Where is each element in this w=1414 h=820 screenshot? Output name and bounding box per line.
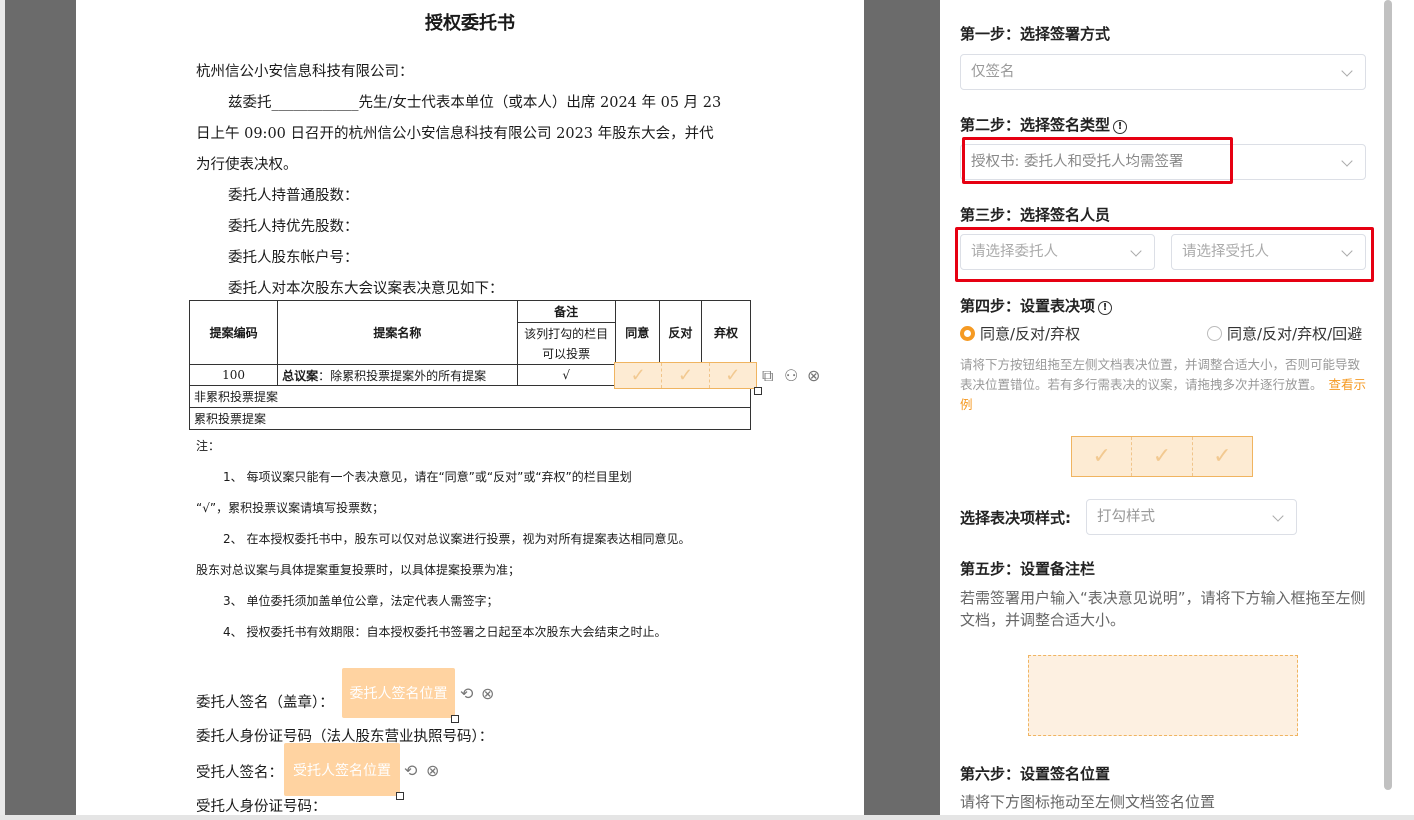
doc-account: 委托人股东帐户号： xyxy=(228,250,359,266)
doc-note4: 4、 授权委托书有效期限：自本授权委托书签署之日起至本次股东大会结束之时止。 xyxy=(223,625,667,639)
doc-common-shares: 委托人持普通股数： xyxy=(228,188,359,204)
resize-handle[interactable] xyxy=(396,792,404,800)
doc-note2-a: 2、 在本授权委托书中，股东可以仅对总议案进行投票，视为对所有提案表达相同意见。 xyxy=(223,532,691,546)
vote-style-select[interactable]: 打勾样式 xyxy=(1086,499,1297,535)
cell-name-rest: ：除累积投票提案外的所有提案 xyxy=(318,368,487,383)
cell-code: 100 xyxy=(188,364,279,386)
step5-desc: 若需签署用户输入“表决意见说明”，请将下方输入框拖至左侧文档，并调整合适大小。 xyxy=(960,589,1366,629)
doc-addressee: 杭州信公小安信息科技有限公司： xyxy=(196,64,414,80)
doc-para1-line1: 兹委托____________先生/女士代表本单位（或本人）出席 2024 年 … xyxy=(228,95,722,111)
sign-method-value: 仅签名 xyxy=(971,64,1015,80)
step5-title: 第五步：设置备注栏 xyxy=(960,560,1096,578)
cell-name-bold: 总议案 xyxy=(282,368,319,383)
chevron-down-icon xyxy=(1341,155,1353,167)
radio-unchecked-icon xyxy=(1207,326,1222,341)
doc-agent-id: 受托人身份证号码： xyxy=(196,799,327,815)
close-circle-icon[interactable]: ⊗ xyxy=(481,684,494,703)
close-circle-icon[interactable]: ⊗ xyxy=(807,366,820,385)
th-remark: 备注 xyxy=(516,300,616,323)
remark-input-template[interactable] xyxy=(1028,655,1298,736)
doc-note2-b: 股东对总议案与具体提案重复投票时，以具体提案投票为准； xyxy=(196,563,521,577)
step6-desc: 请将下方图标拖动至左侧文档签名位置 xyxy=(960,793,1216,811)
th-remark-sub: 该列打勾的栏目可以投票 xyxy=(516,322,616,365)
step3-title: 第三步：选择签名人员 xyxy=(960,206,1111,224)
doc-principal-sign: 委托人签名（盖章）： xyxy=(196,695,334,711)
doc-agent-sign: 受托人签名： xyxy=(196,765,283,781)
placed-vote-widget[interactable]: ✓ ✓ ✓ xyxy=(614,362,757,389)
bottom-scroll-track xyxy=(0,815,1414,820)
step4-hint: 请将下方按钮组拖至左侧文档表决位置，并调整合适大小，否则可能导致表决位置错位。若… xyxy=(960,355,1370,415)
agent-signature-box[interactable]: 受托人签名位置 xyxy=(284,743,400,796)
radio-vote-3-label: 同意/反对/弃权 xyxy=(980,325,1081,343)
step4-title: 第四步：设置表决项! xyxy=(960,295,1113,316)
radio-vote-4-label: 同意/反对/弃权/回避 xyxy=(1227,325,1363,343)
vote-abstain-mark[interactable]: ✓ xyxy=(710,363,756,388)
vote-widget-template[interactable]: ✓ ✓ ✓ xyxy=(1071,436,1253,477)
doc-para1-line2: 日上午 09:00 日召开的杭州信公小安信息科技有限公司 2023 年股东大会，… xyxy=(196,126,714,142)
highlight-annotation xyxy=(955,227,1374,282)
template-agree-mark: ✓ xyxy=(1072,437,1133,476)
sign-method-select[interactable]: 仅签名 xyxy=(960,54,1366,90)
cell-name: 总议案：除累积投票提案外的所有提案 xyxy=(277,364,518,386)
resize-handle[interactable] xyxy=(451,715,459,723)
radio-vote-4[interactable]: 同意/反对/弃权/回避 xyxy=(1207,323,1362,344)
doc-preferred-shares: 委托人持优先股数： xyxy=(228,219,359,235)
table-row: 累积投票提案 xyxy=(189,407,751,430)
radio-checked-icon xyxy=(960,326,975,341)
doc-opinion-intro: 委托人对本次股东大会议案表决意见如下： xyxy=(228,281,504,297)
rotate-icon[interactable]: ⟲ xyxy=(460,684,473,703)
doc-para1-line3: 为行使表决权。 xyxy=(196,157,298,173)
step2-title-text: 第二步：选择签名类型 xyxy=(960,116,1111,134)
step6-title: 第六步：设置签名位置 xyxy=(960,765,1111,783)
vote-agree-mark[interactable]: ✓ xyxy=(615,363,663,388)
doc-note3: 3、 单位委托须加盖单位公章，法定代表人需签字； xyxy=(223,594,499,608)
principal-signature-box[interactable]: 委托人签名位置 xyxy=(342,668,455,718)
info-icon[interactable]: ! xyxy=(1098,301,1113,315)
panel-scrollbar[interactable] xyxy=(1384,0,1392,790)
viewer-edge xyxy=(0,0,5,820)
document-page[interactable]: 授权委托书 杭州信公小安信息科技有限公司： 兹委托____________先生/… xyxy=(76,0,864,820)
cell-cumulative: 累积投票提案 xyxy=(189,407,751,430)
step4-hint-text: 请将下方按钮组拖至左侧文档表决位置，并调整合适大小，否则可能导致表决位置错位。若… xyxy=(960,357,1361,392)
document-viewer[interactable]: 授权委托书 杭州信公小安信息科技有限公司： 兹委托____________先生/… xyxy=(0,0,940,820)
resize-handle[interactable] xyxy=(754,387,762,395)
style-label: 选择表决项样式: xyxy=(960,509,1071,527)
vote-style-value: 打勾样式 xyxy=(1097,509,1155,525)
th-abstain: 弃权 xyxy=(700,300,752,365)
rotate-icon[interactable]: ⟲ xyxy=(404,761,417,780)
chevron-down-icon xyxy=(1341,65,1353,77)
th-code: 提案编码 xyxy=(188,300,279,365)
cell-check: √ xyxy=(516,364,616,386)
step1-title: 第一步：选择签署方式 xyxy=(960,25,1111,43)
copy-icon[interactable]: ⧉ xyxy=(762,366,773,386)
close-circle-icon[interactable]: ⊗ xyxy=(426,761,439,780)
th-agree: 同意 xyxy=(614,300,660,365)
step2-title: 第二步：选择签名类型! xyxy=(960,114,1128,135)
info-icon[interactable]: ! xyxy=(1113,120,1128,134)
highlight-annotation xyxy=(962,137,1233,184)
settings-panel: 第一步：选择签署方式 仅签名 第二步：选择签名类型! 授权书: 委托人和受托人均… xyxy=(940,0,1414,820)
step4-title-text: 第四步：设置表决项 xyxy=(960,297,1096,315)
template-against-mark: ✓ xyxy=(1132,437,1193,476)
radio-vote-3[interactable]: 同意/反对/弃权 xyxy=(960,323,1080,344)
vote-against-mark[interactable]: ✓ xyxy=(662,363,710,388)
doc-note-label: 注： xyxy=(196,439,221,453)
document-title: 授权委托书 xyxy=(425,13,515,34)
th-against: 反对 xyxy=(658,300,702,365)
doc-note1-a: 1、 每项议案只能有一个表决意见，请在“同意”或“反对”或“弃权”的栏目里划 xyxy=(223,470,632,484)
th-name: 提案名称 xyxy=(277,300,518,365)
user-settings-icon[interactable]: ⚇ xyxy=(784,366,798,385)
template-abstain-mark: ✓ xyxy=(1213,444,1232,469)
chevron-down-icon xyxy=(1272,510,1284,522)
doc-note1-b: “√”，累积投票议案请填写投票数； xyxy=(196,501,385,515)
